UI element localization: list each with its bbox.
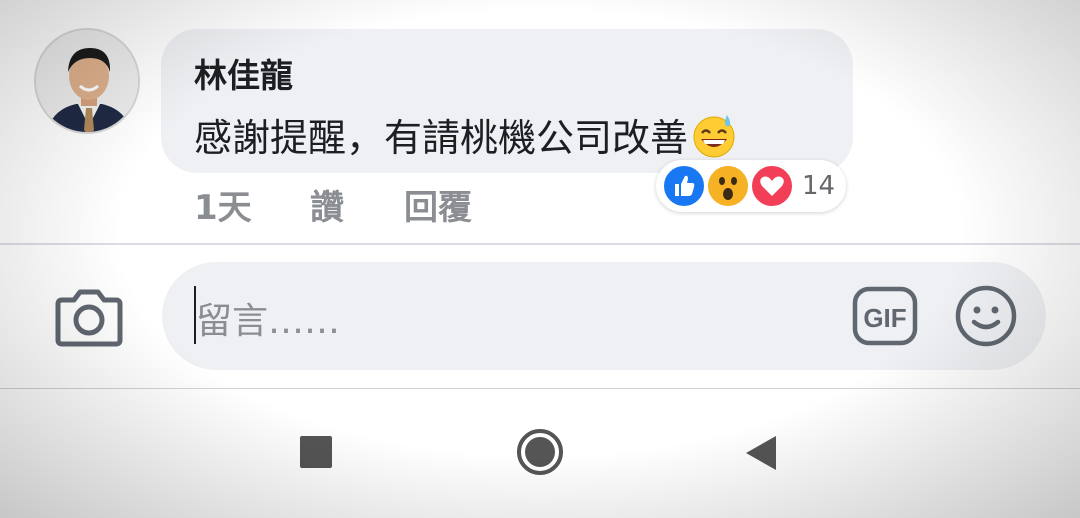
comment-time: 1天	[194, 188, 252, 228]
gif-label: GIF	[863, 303, 906, 333]
comment-input[interactable]: 留言…… GIF	[162, 262, 1046, 370]
reaction-count: 14	[802, 171, 836, 201]
like-icon	[662, 164, 706, 208]
comment-bubble[interactable]: 林佳龍 感謝提醒，有請桃機公司改善	[161, 29, 853, 173]
comment-author-name[interactable]: 林佳龍	[194, 49, 293, 97]
reply-link[interactable]: 回覆	[404, 180, 472, 229]
like-link[interactable]: 讚	[310, 180, 344, 229]
grinning-sweat-emoji	[690, 111, 738, 159]
divider	[0, 243, 1080, 245]
comment-text-content: 感謝提醒，有請桃機公司改善	[194, 116, 689, 160]
wow-icon	[706, 164, 750, 208]
system-navigation-bar	[0, 390, 1080, 518]
back-triangle-icon[interactable]	[744, 434, 778, 472]
gif-button[interactable]: GIF	[852, 286, 918, 346]
love-icon	[750, 164, 794, 208]
emoji-smile-icon[interactable]	[954, 284, 1018, 348]
author-avatar[interactable]	[34, 28, 140, 134]
reactions-summary[interactable]: 14	[656, 160, 846, 212]
camera-icon[interactable]	[54, 284, 124, 348]
navbar-divider	[0, 388, 1080, 389]
recents-square-icon[interactable]	[300, 436, 332, 468]
home-circle-icon[interactable]	[516, 428, 564, 476]
comment-input-placeholder: 留言……	[196, 301, 341, 342]
comment-text: 感謝提醒，有請桃機公司改善	[194, 107, 738, 162]
